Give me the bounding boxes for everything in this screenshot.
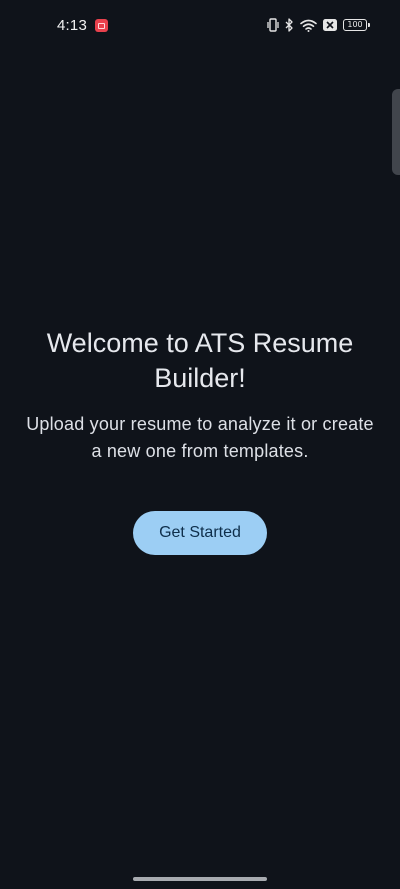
bluetooth-icon	[285, 18, 293, 32]
no-sim-icon	[323, 19, 337, 31]
status-bar: 4:13 100	[0, 0, 400, 50]
home-indicator[interactable]	[133, 877, 267, 881]
welcome-subtitle: Upload your resume to analyze it or crea…	[26, 414, 374, 461]
vibrate-icon	[267, 18, 279, 32]
get-started-button[interactable]: Get Started	[133, 511, 267, 555]
scroll-handle[interactable]	[392, 89, 400, 175]
wifi-icon	[300, 19, 317, 32]
battery-icon: 100	[343, 19, 370, 31]
welcome-title: Welcome to ATS Resume Builder!	[46, 328, 354, 393]
status-time: 4:13	[57, 17, 87, 34]
welcome-section: Welcome to ATS Resume Builder! Upload yo…	[20, 326, 380, 465]
status-icons: 100	[267, 16, 370, 34]
app-notification-icon	[95, 19, 108, 32]
